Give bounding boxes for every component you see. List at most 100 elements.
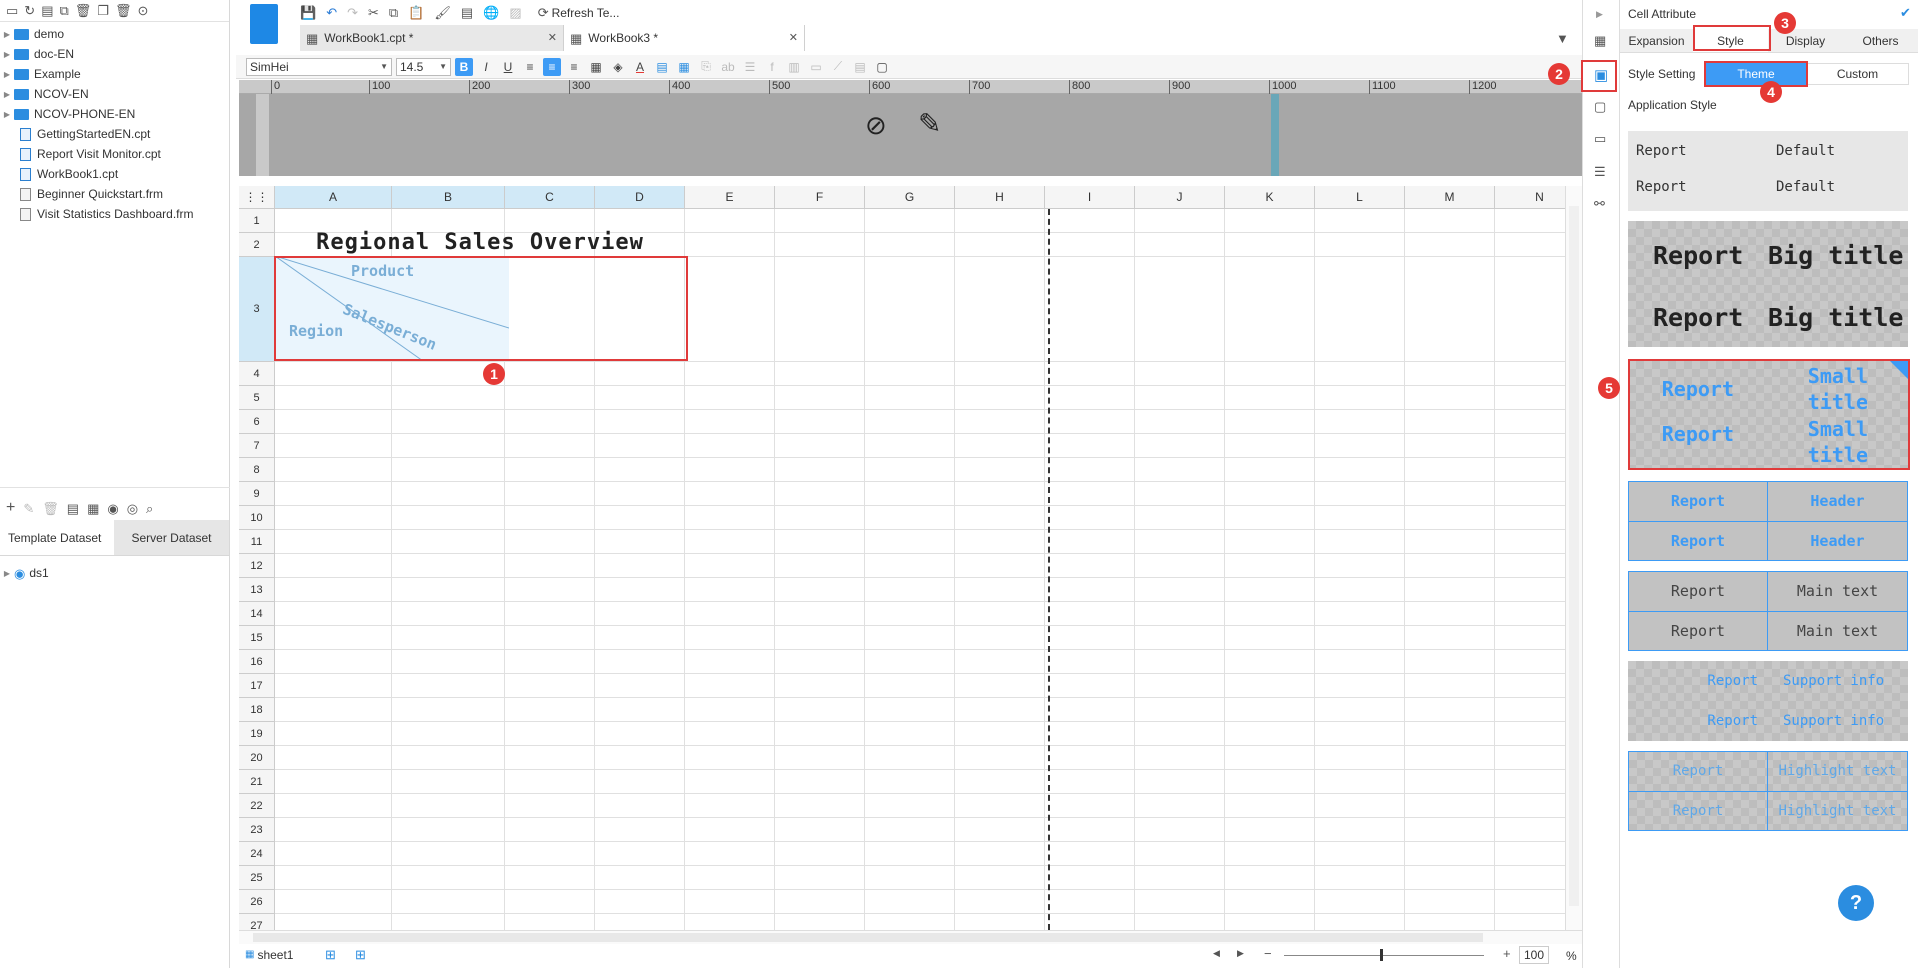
bold-button[interactable]: B [455,57,473,76]
horizontal-scrollbar[interactable] [239,930,1582,944]
row-header-cell[interactable]: 23 [239,818,275,842]
check-icon[interactable]: ✔ [1900,6,1911,19]
underline-button[interactable]: U [499,58,517,76]
font-select[interactable]: SimHei ▼ [246,57,392,76]
zoom-slider[interactable] [1284,949,1484,961]
column-header-cell[interactable]: C [505,186,595,208]
zoom-input[interactable]: 100 [1519,946,1549,964]
add-sheet-icon[interactable]: ⊞ [325,948,336,961]
tab-workbook1[interactable]: ▦ WorkBook1.cpt * ✕ [300,25,564,51]
template-param-icon[interactable]: ▤ [461,6,473,19]
align-right-icon[interactable]: ≡ [565,58,583,76]
parameter-icon[interactable]: ▦ [87,502,99,515]
row-header-cell[interactable]: 25 [239,866,275,890]
row-header-cell[interactable]: 6 [239,410,275,434]
row-header-cell[interactable]: 17 [239,674,275,698]
zoom-handle[interactable] [1380,949,1383,961]
copy-icon[interactable]: ⧉ [60,4,69,17]
tree-file[interactable]: Visit Statistics Dashboard.frm [0,204,229,224]
collapse-icon[interactable]: ▶ [1596,10,1603,19]
hyperlink-icon[interactable]: ⎘ [697,58,715,76]
server-dataset-icon[interactable]: ◎ [127,502,138,515]
help-button[interactable]: ? [1838,885,1874,921]
panel-divider[interactable] [0,487,230,488]
expand-icon[interactable]: ▶ [0,110,14,119]
column-header-cell[interactable]: I [1045,186,1135,208]
row-header-cell[interactable]: 8 [239,458,275,482]
row-header-cell[interactable]: 27 [239,914,275,930]
float-element-icon[interactable]: ▢ [873,58,891,76]
tree-folder[interactable]: ▶ Example [0,64,229,84]
merge-cell-icon[interactable]: ▤ [653,58,671,76]
delete-icon[interactable]: 🗑 [42,502,59,515]
unmerge-cell-icon[interactable]: ▦ [675,58,693,76]
scroll-thumb[interactable] [1569,206,1579,906]
row-header-cell[interactable]: 10 [239,506,275,530]
locate-icon[interactable]: ⊙ [137,4,148,17]
new-file-icon[interactable]: ▭ [6,4,18,17]
hide-icon[interactable]: ⊘ [865,112,887,138]
row-header-cell[interactable]: 11 [239,530,275,554]
scroll-thumb[interactable] [253,933,1483,942]
sub-report-icon[interactable]: ▤ [851,58,869,76]
delete-icon[interactable]: 🗑 [115,4,132,17]
column-header-cell[interactable]: D [595,186,685,208]
refresh-icon[interactable]: ↻ [24,4,35,17]
float-element-icon[interactable]: ▢ [1594,100,1606,113]
row-header-cell[interactable]: 24 [239,842,275,866]
tree-folder[interactable]: ▶ demo [0,24,229,44]
row-header-cell[interactable]: 26 [239,890,275,914]
tree-folder[interactable]: ▶ doc-EN [0,44,229,64]
database-icon[interactable]: ◉ [107,502,118,515]
row-header-cell[interactable]: 7 [239,434,275,458]
font-color-icon[interactable]: A [631,58,649,76]
font-size-select[interactable]: 14.5 ▼ [396,57,451,76]
edit-pencil-icon[interactable]: ✎ [918,110,941,138]
column-header-cell[interactable]: K [1225,186,1315,208]
redo-icon[interactable]: ↷ [347,6,358,19]
tree-file[interactable]: GettingStartedEN.cpt [0,124,229,144]
tab-workbook3[interactable]: ▦ WorkBook3 * ✕ [564,25,805,51]
column-header-cell[interactable]: F [775,186,865,208]
tree-folder[interactable]: ▶ NCOV-PHONE-EN [0,104,229,124]
row-header-cell[interactable]: 19 [239,722,275,746]
zoom-out-icon[interactable]: − [1264,947,1272,960]
expand-icon[interactable]: ▶ [0,70,14,79]
row-header-cell[interactable]: 2 [239,233,275,257]
tree-file[interactable]: Report Visit Monitor.cpt [0,144,229,164]
column-header-cell[interactable]: B [392,186,505,208]
link-icon[interactable]: ⚯ [1594,197,1605,210]
style-header[interactable]: Report Header Report Header [1628,481,1908,561]
row-header-cell[interactable]: 15 [239,626,275,650]
chart-icon[interactable]: ▥ [785,58,803,76]
list-icon[interactable]: ☰ [741,58,759,76]
dataset-item[interactable]: ▶ ◉ ds1 [0,564,49,582]
web-preview-icon[interactable]: 🌐 [483,6,499,19]
row-header-cell[interactable]: 3 [239,257,275,362]
tab-menu-icon[interactable]: ▼ [1556,32,1569,45]
row-header-cell[interactable]: 4 [239,362,275,386]
custom-button[interactable]: Custom [1806,63,1909,85]
search-icon[interactable]: ⌕ [146,502,153,515]
undo-icon[interactable]: ↶ [326,6,337,19]
zoom-in-icon[interactable]: + [1503,947,1511,960]
select-all-corner[interactable]: ⋮⋮ [239,186,275,208]
tree-folder[interactable]: ▶ NCOV-EN [0,84,229,104]
tab-others[interactable]: Others [1843,29,1918,52]
refresh-template-button[interactable]: ⟳ Refresh Te... [538,6,620,20]
row-header-cell[interactable]: 20 [239,746,275,770]
column-header-cell[interactable]: M [1405,186,1495,208]
sheet-tab[interactable]: ▦ sheet1 [245,946,293,964]
row-header-cell[interactable]: 12 [239,554,275,578]
style-support-info[interactable]: Report Support info Report Support info [1628,661,1908,741]
row-header-cell[interactable]: 21 [239,770,275,794]
close-icon[interactable]: ✕ [548,32,557,44]
edit-icon[interactable]: ✎ [23,502,34,515]
align-center-icon[interactable]: ≡ [543,57,561,76]
close-icon[interactable]: ✕ [789,32,798,44]
cut-icon[interactable]: ✂ [368,6,379,19]
scroll-right-icon[interactable]: ▶ [1237,949,1244,958]
column-header-cell[interactable]: A [275,186,392,208]
column-header-cell[interactable]: H [955,186,1045,208]
tree-file[interactable]: Beginner Quickstart.frm [0,184,229,204]
